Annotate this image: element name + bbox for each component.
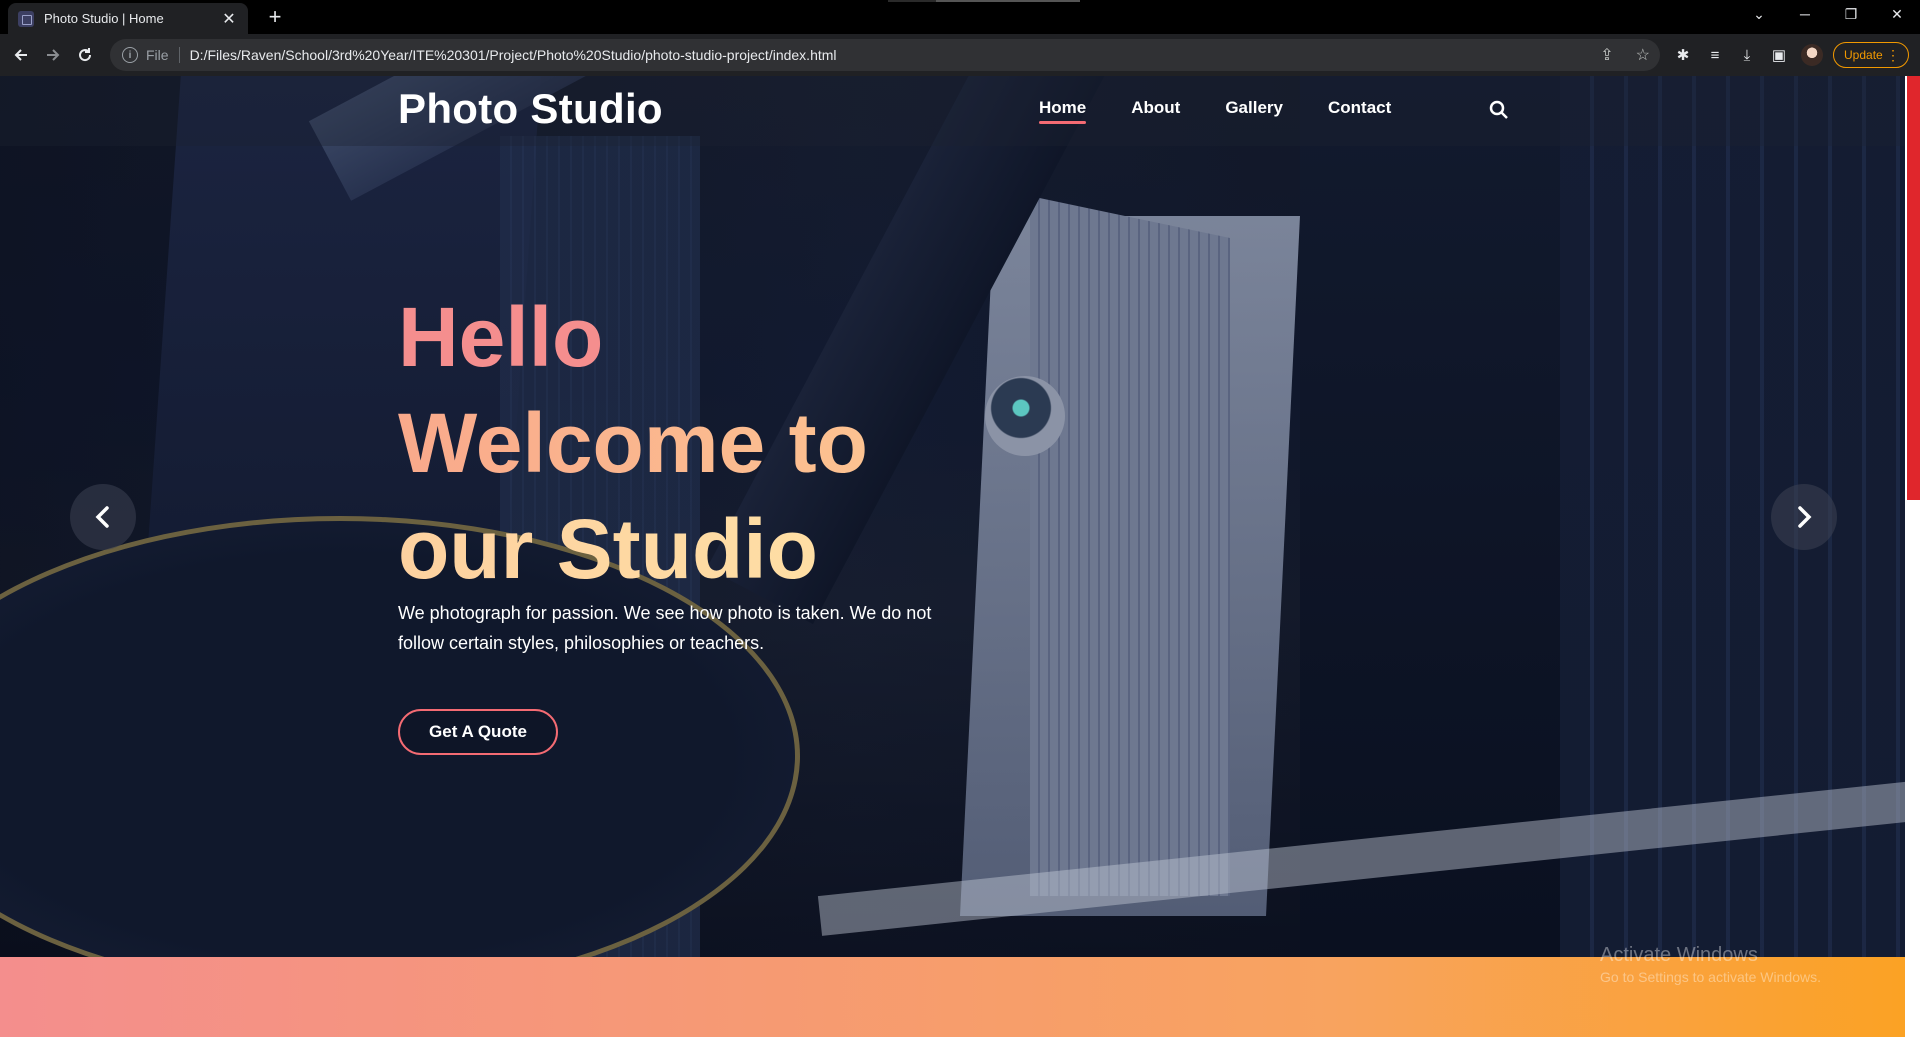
headline-line-2: Welcome to <box>398 390 868 496</box>
reload-icon[interactable] <box>72 42 98 68</box>
menu-icon[interactable]: ⋮ <box>1886 47 1900 64</box>
back-icon[interactable] <box>8 42 34 68</box>
tab-title: Photo Studio | Home <box>44 11 164 26</box>
browser-tab[interactable]: Photo Studio | Home ✕ <box>8 3 248 34</box>
address-bar[interactable]: i File D:/Files/Raven/School/3rd%20Year/… <box>110 39 1660 71</box>
tab-search-icon[interactable]: ⌄ <box>1736 0 1782 28</box>
headline-line-3: our Studio <box>398 496 868 602</box>
restore-icon[interactable]: ❐ <box>1828 0 1874 28</box>
search-icon[interactable] <box>1489 100 1509 120</box>
extensions-icon[interactable]: ✱ <box>1672 44 1694 66</box>
window-close-icon[interactable]: ✕ <box>1874 0 1920 28</box>
get-quote-button[interactable]: Get A Quote <box>398 709 558 755</box>
headline-line-1: Hello <box>398 290 604 384</box>
nav-gallery[interactable]: Gallery <box>1225 98 1283 124</box>
windows-activation-watermark: Activate Windows Go to Settings to activ… <box>1600 944 1821 985</box>
tab-drag-indicator <box>888 0 1080 2</box>
share-icon[interactable]: ⇪ <box>1600 45 1613 65</box>
browser-toolbar: i File D:/Files/Raven/School/3rd%20Year/… <box>0 34 1920 76</box>
favicon-icon <box>18 10 34 27</box>
chevron-right-icon <box>1798 506 1812 528</box>
download-icon[interactable]: ⤓ <box>1736 44 1758 66</box>
carousel-prev-button[interactable] <box>70 484 136 550</box>
browser-tabstrip: Photo Studio | Home ✕ + ⌄ ─ ❐ ✕ <box>0 0 1920 34</box>
star-icon[interactable]: ☆ <box>1636 45 1650 65</box>
site-logo[interactable]: Photo Studio <box>398 85 663 133</box>
carousel-next-button[interactable] <box>1771 484 1837 550</box>
page-scrollbar[interactable] <box>1905 76 1920 1037</box>
reading-list-icon[interactable]: ≡ <box>1704 44 1726 66</box>
watermark-subtitle: Go to Settings to activate Windows. <box>1600 969 1821 985</box>
info-icon[interactable]: i <box>122 47 138 63</box>
main-nav: Home About Gallery Contact <box>1039 98 1391 124</box>
hero-section: Photo Studio Home About Gallery Contact … <box>0 76 1905 996</box>
url-text[interactable]: D:/Files/Raven/School/3rd%20Year/ITE%203… <box>190 47 837 63</box>
site-header: Photo Studio Home About Gallery Contact <box>0 76 1905 146</box>
forward-icon[interactable] <box>40 42 66 68</box>
chevron-left-icon <box>95 506 109 528</box>
nav-about[interactable]: About <box>1131 98 1180 124</box>
side-panel-icon[interactable]: ▣ <box>1768 44 1790 66</box>
watermark-title: Activate Windows <box>1600 944 1758 966</box>
new-tab-icon[interactable]: + <box>262 4 288 30</box>
minimize-icon[interactable]: ─ <box>1782 0 1828 28</box>
nav-home[interactable]: Home <box>1039 98 1087 124</box>
profile-avatar[interactable] <box>1801 44 1823 66</box>
hero-headline: Hello Welcome to our Studio <box>398 284 868 602</box>
scrollbar-thumb[interactable] <box>1907 76 1920 500</box>
close-tab-icon[interactable]: ✕ <box>220 10 238 28</box>
update-label: Update <box>1844 48 1883 62</box>
page-viewport: Photo Studio Home About Gallery Contact … <box>0 76 1905 1037</box>
update-button[interactable]: Update ⋮ <box>1833 42 1909 68</box>
scheme-label: File <box>146 47 180 63</box>
nav-contact[interactable]: Contact <box>1328 98 1391 124</box>
hero-subtext: We photograph for passion. We see how ph… <box>398 603 932 653</box>
